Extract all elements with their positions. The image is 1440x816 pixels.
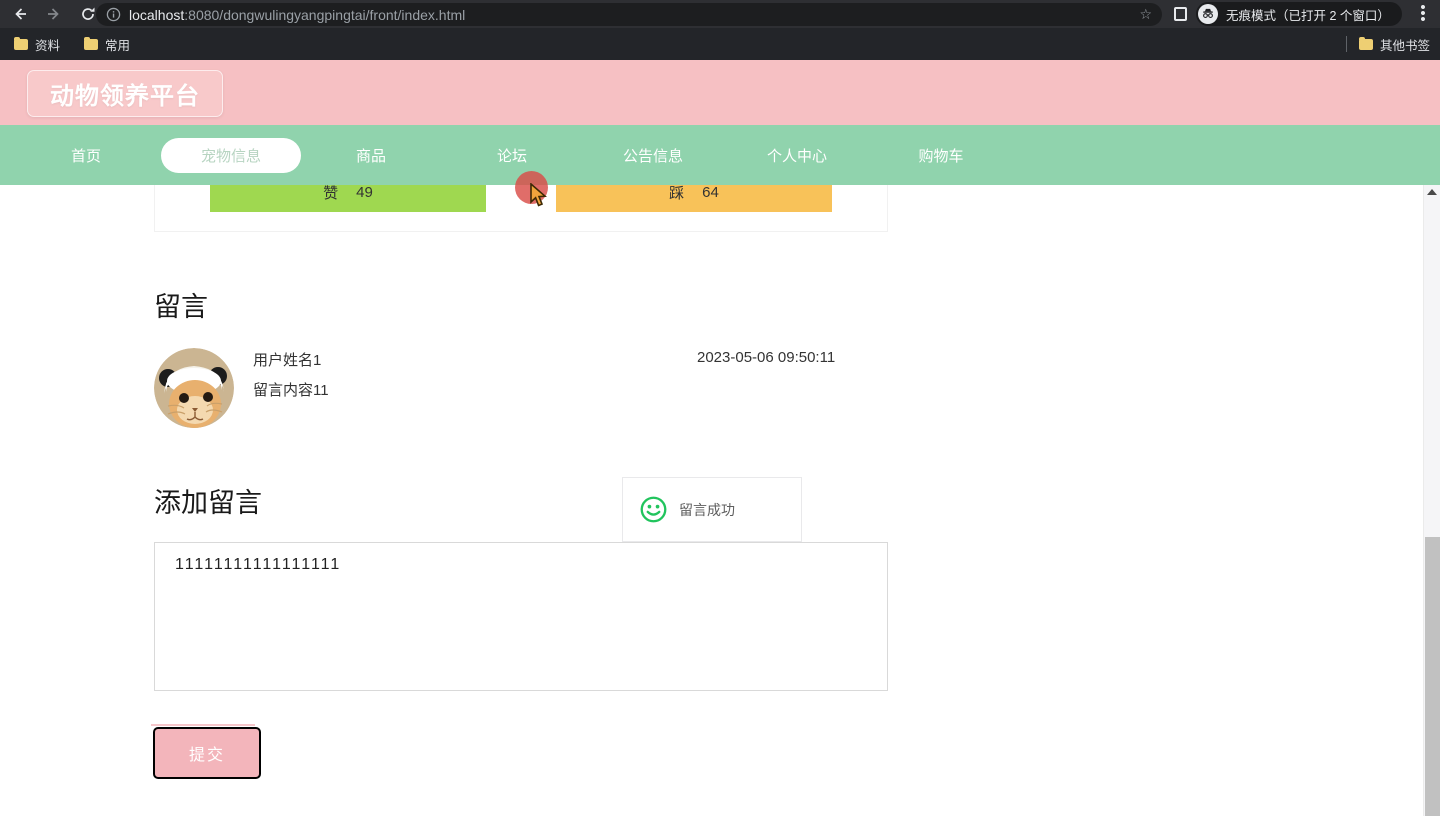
toast-message: 留言成功 [679,501,735,518]
page-info-icon[interactable] [106,7,121,22]
url-path: :8080/dongwulingyangpingtai/front/index.… [184,6,466,23]
comment-textarea[interactable]: 11111111111111111 [154,542,888,691]
url-host: localhost [129,6,185,23]
folder-icon [14,36,28,50]
other-bookmarks-label: 其他书签 [1379,38,1430,53]
comment-content: 留言内容11 [253,382,329,399]
bookmark-folder-changyong[interactable]: 常用 [84,35,130,54]
nav-item-home[interactable]: 首页 [56,125,116,185]
menu-kebab-icon[interactable]: • • • [1420,0,1426,27]
scrollbar-thumb[interactable] [1425,537,1440,816]
incognito-icon [1198,4,1218,24]
incognito-label: 无痕模式（已打开 2 个窗口） [1226,8,1390,23]
tab-switcher-icon[interactable] [1174,7,1187,21]
site-logo[interactable]: 动物领养平台 [27,70,223,117]
main-nav: 首页 宠物信息 商品 论坛 公告信息 个人中心 购物车 [0,125,1440,185]
nav-item-notice[interactable]: 公告信息 [613,125,693,185]
scrollbar-up-arrow[interactable] [1427,189,1437,195]
add-comment-heading: 添加留言 [154,488,262,518]
nav-item-personal-center[interactable]: 个人中心 [757,125,837,185]
url-text: localhost:8080/dongwulingyangpingtai/fro… [129,7,465,23]
mouse-cursor-icon [527,182,549,214]
site-title: 动物领养平台 [50,83,200,110]
submit-button-outline [151,724,255,726]
submit-button[interactable]: 提交 [153,727,261,779]
folder-icon [1358,36,1373,50]
like-count: 49 [356,185,373,201]
dislike-label: 踩 [669,185,685,202]
comment-time: 2023-05-06 09:50:11 [697,349,836,366]
dislike-button[interactable]: 踩 64 [556,185,832,212]
bookmark-label: 常用 [105,38,131,53]
nav-item-cart[interactable]: 购物车 [906,125,976,185]
bookmarks-bar: 资料 常用 其他书签 [0,28,1440,60]
browser-toolbar: localhost:8080/dongwulingyangpingtai/fro… [0,0,1440,28]
like-label: 赞 [323,185,339,202]
bookmarks-divider [1345,36,1347,52]
other-bookmarks[interactable]: 其他书签 [1358,35,1430,54]
like-button[interactable]: 赞 49 [210,185,486,212]
scrollbar[interactable] [1423,185,1440,816]
address-bar[interactable]: localhost:8080/dongwulingyangpingtai/fro… [96,3,1162,26]
success-toast: 留言成功 [622,477,802,542]
bookmark-star-icon[interactable]: ☆ [1139,6,1152,23]
comments-heading: 留言 [154,292,208,322]
dislike-count: 64 [702,185,719,201]
forward-icon[interactable] [40,2,68,26]
bookmark-folder-ziliao[interactable]: 资料 [14,35,60,54]
avatar [154,348,234,428]
site-header: 动物领养平台 [0,60,1440,125]
page-content: 赞 49 踩 64 留言 用户姓名1 留言内容11 2023-05-06 09:… [0,185,1423,816]
bookmark-label: 资料 [35,38,61,53]
nav-item-pet-info-active[interactable]: 宠物信息 [161,138,301,173]
incognito-badge: 无痕模式（已打开 2 个窗口） [1196,2,1402,26]
folder-icon [84,36,99,50]
nav-item-goods[interactable]: 商品 [341,125,401,185]
back-icon[interactable] [6,2,34,26]
comment-user: 用户姓名1 [253,352,322,369]
smiley-success-icon [640,496,667,523]
